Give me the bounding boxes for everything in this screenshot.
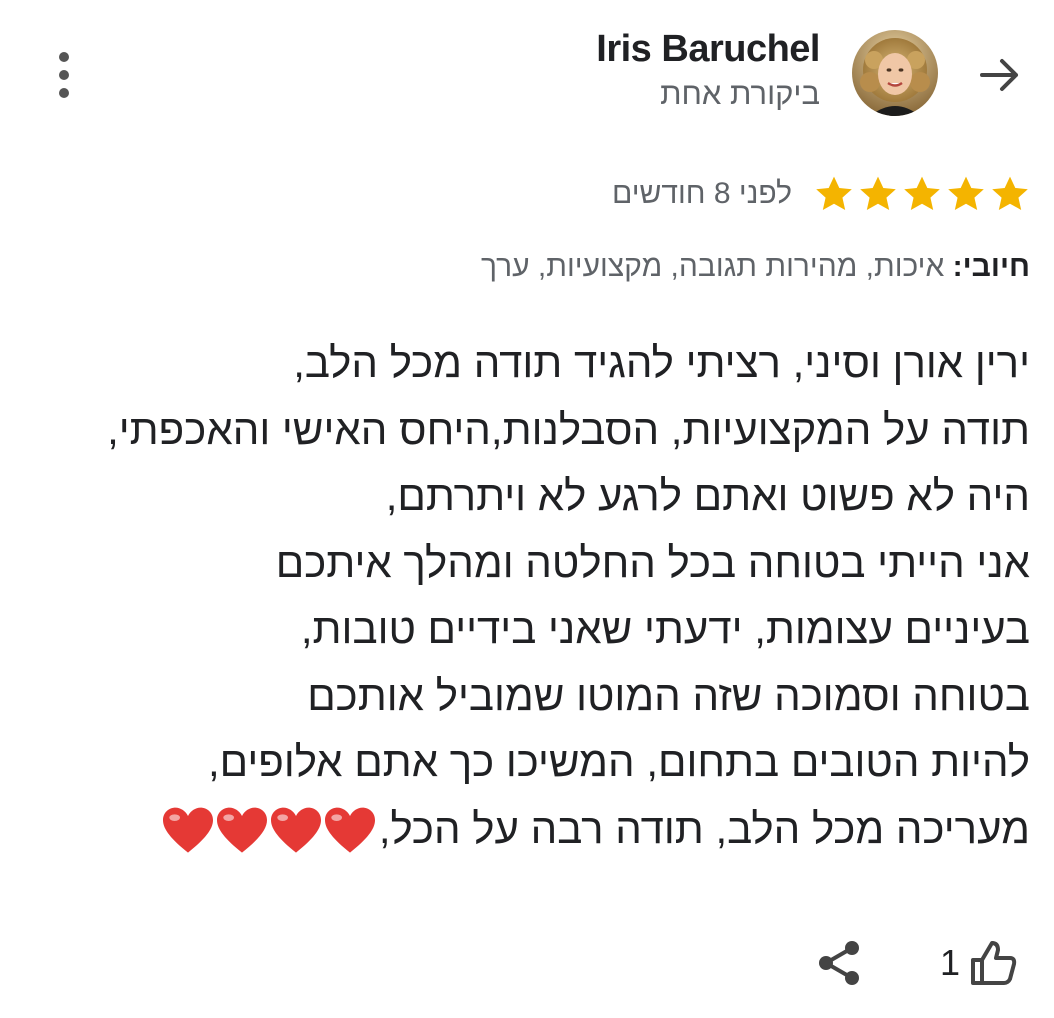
review-line: ירין אורן וסיני, רציתי להגיד תודה מכל הל… [293,339,1030,386]
like-button[interactable]: 1 [940,935,1018,991]
star-icon [992,176,1028,210]
star-icon [860,176,896,210]
review-text: ירין אורן וסיני, רציתי להגיד תודה מכל הל… [70,330,1030,862]
share-icon [819,941,859,985]
heart-icon [324,808,375,854]
star-icon [904,176,940,210]
arrow-forward-icon [980,59,1018,91]
review-time: לפני 8 חודשים [611,177,792,210]
review-line: היה לא פשוט ואתם לרגע לא ויתרתם, [385,472,1030,519]
thumb-up-icon [971,941,1017,985]
heart-icon [216,808,267,854]
rating-row: לפני 8 חודשים [612,172,1032,216]
heart-icon [162,808,213,854]
reviewer-review-count: ביקורת אחת [660,76,820,111]
hearts-group [161,806,377,856]
review-line-last: מעריכה מכל הלב, תודה רבה על הכל, [70,796,1030,863]
star-rating [812,172,1032,216]
profile-photo [852,30,938,116]
review-line: אני הייתי בטוחה בכל החלטה ומהלך איתכם [275,538,1030,586]
back-button[interactable] [970,45,1030,105]
reviewer-name[interactable]: Iris Baruchel [596,26,820,72]
heart-icon [270,808,321,854]
positives-line: חיובי: איכות, מהירות תגובה, מקצועיות, ער… [481,250,1030,284]
review-line: בטוחה וסמוכה שזה המוטו שמוביל אותכם [307,671,1030,719]
positives-values: איכות, מהירות תגובה, מקצועיות, ערך [480,250,945,283]
positives-label: חיובי: [952,250,1030,283]
review-line-text: מעריכה מכל הלב, תודה רבה על הכל, [378,804,1030,852]
review-line: להיות הטובים בתחום, המשיכו כך אתם אלופים… [208,738,1030,785]
more-vert-icon [59,52,69,98]
review-line: תודה על המקצועיות, הסבלנות,היחס האישי וה… [107,405,1030,453]
review-line: בעיניים עצומות, ידעתי שאני בידיים טובות, [300,605,1030,652]
like-count: 1 [940,942,961,983]
star-icon [948,176,984,210]
star-icon [816,176,852,210]
avatar[interactable] [852,30,938,116]
more-options-button[interactable] [40,45,88,105]
share-button[interactable] [812,935,866,991]
reviewer-info[interactable]: Iris Baruchel ביקורת אחת [596,26,820,116]
review-page: Iris Baruchel ביקורת אחת לפני 8 חודשים ח… [0,0,1054,1018]
